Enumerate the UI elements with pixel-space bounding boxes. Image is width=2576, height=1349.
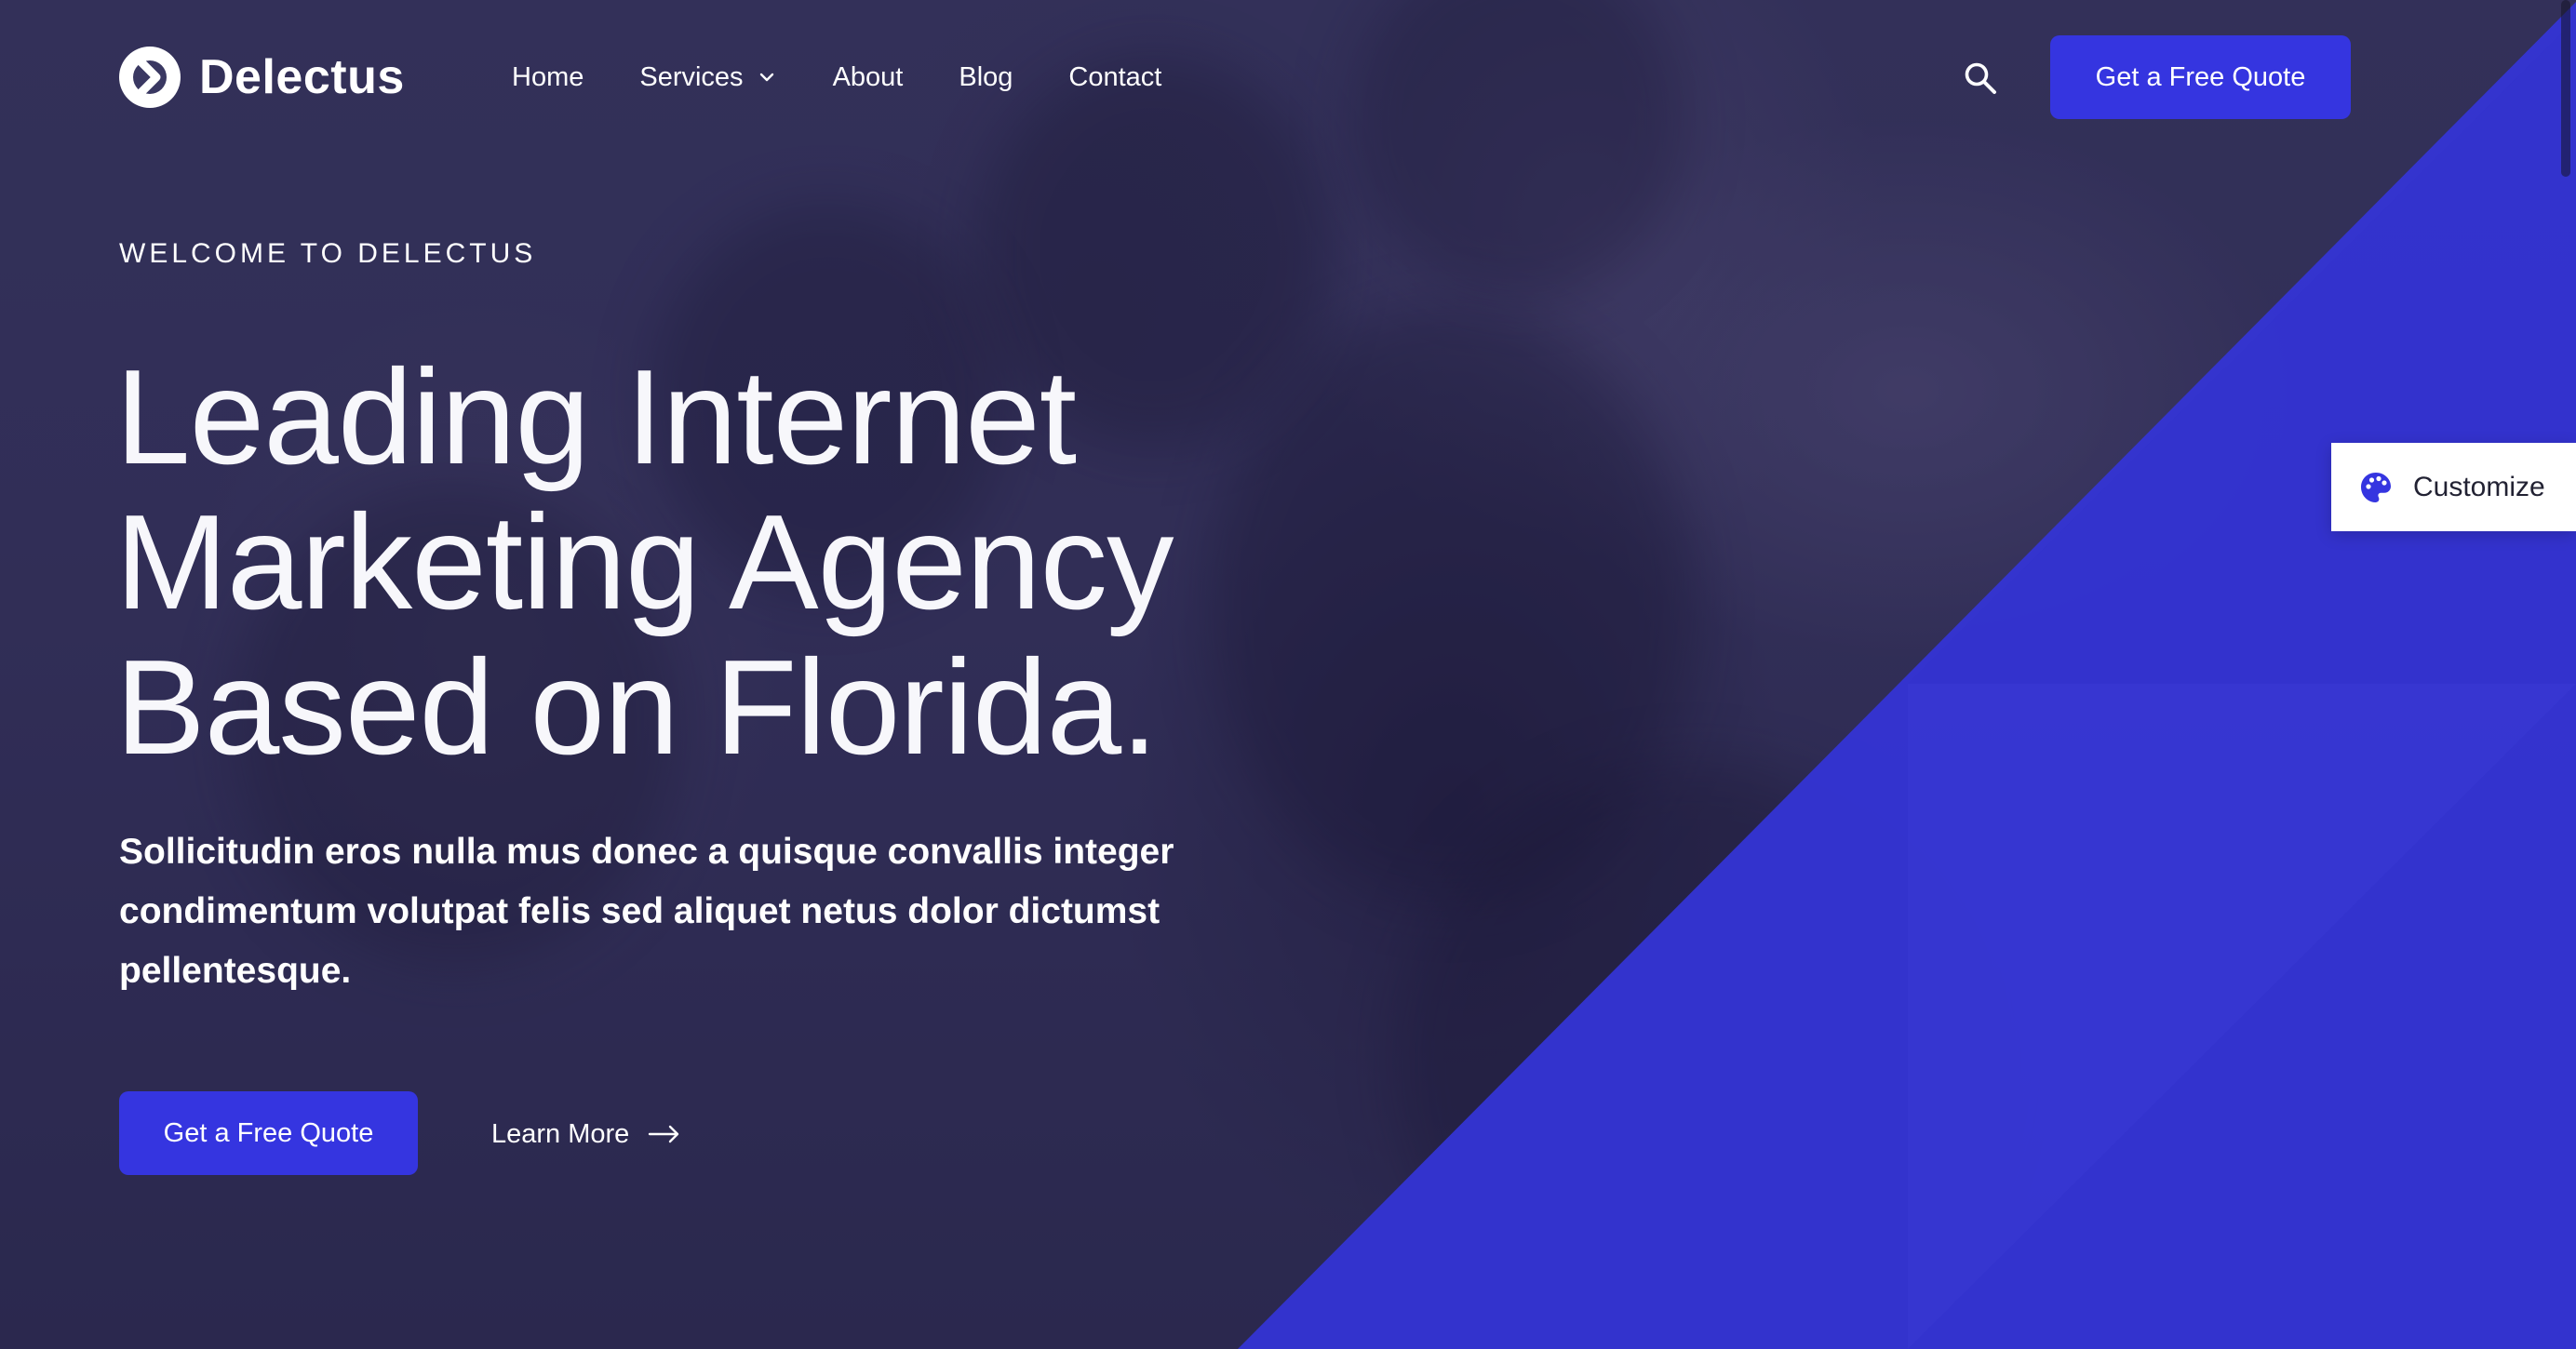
nav-item-label: Contact	[1068, 61, 1162, 92]
search-icon	[1965, 62, 1996, 94]
nav-item-contact[interactable]: Contact	[1068, 62, 1161, 93]
headline-line: Marketing Agency	[115, 487, 1174, 637]
nav-item-label: Home	[512, 61, 584, 92]
learn-more-link[interactable]: Learn More	[491, 1113, 681, 1155]
logo-text: Delectus	[199, 50, 405, 104]
main-nav: Home Services About Blog Contact	[512, 54, 1217, 100]
headline-line: Based on Florida.	[115, 632, 1159, 782]
hero-description: Sollicitudin eros nulla mus donec a quis…	[119, 832, 1174, 991]
page-scrollbar[interactable]	[2561, 0, 2570, 177]
hero-quote-button[interactable]: Get a Free Quote	[119, 1091, 418, 1175]
header-quote-button[interactable]: Get a Free Quote	[2050, 35, 2351, 119]
delectus-logo-icon	[119, 47, 181, 108]
learn-more-label: Learn More	[491, 1118, 630, 1149]
nav-item-services[interactable]: Services	[639, 62, 776, 93]
nav-item-label: Blog	[959, 61, 1013, 92]
customize-label: Customize	[2413, 471, 2545, 502]
palette-icon	[2361, 472, 2391, 502]
site-header: Delectus Home Services About Blog Contac…	[0, 0, 2576, 154]
customize-button[interactable]: Customize	[2331, 443, 2576, 531]
hero-headline: Leading Internet Marketing Agency Based …	[115, 344, 1325, 780]
chevron-down-icon	[759, 73, 773, 82]
headline-line: Leading Internet	[115, 341, 1077, 492]
search-button[interactable]	[1962, 60, 1999, 97]
nav-item-label: About	[832, 61, 904, 92]
hero-eyebrow: WELCOME TO DELECTUS	[119, 238, 537, 269]
nav-item-home[interactable]: Home	[512, 62, 584, 93]
arrow-right-icon	[649, 1125, 679, 1143]
nav-item-label: Services	[639, 61, 744, 92]
site-logo[interactable]: Delectus	[119, 47, 405, 108]
nav-item-blog[interactable]: Blog	[959, 62, 1013, 93]
nav-item-about[interactable]: About	[833, 62, 904, 93]
